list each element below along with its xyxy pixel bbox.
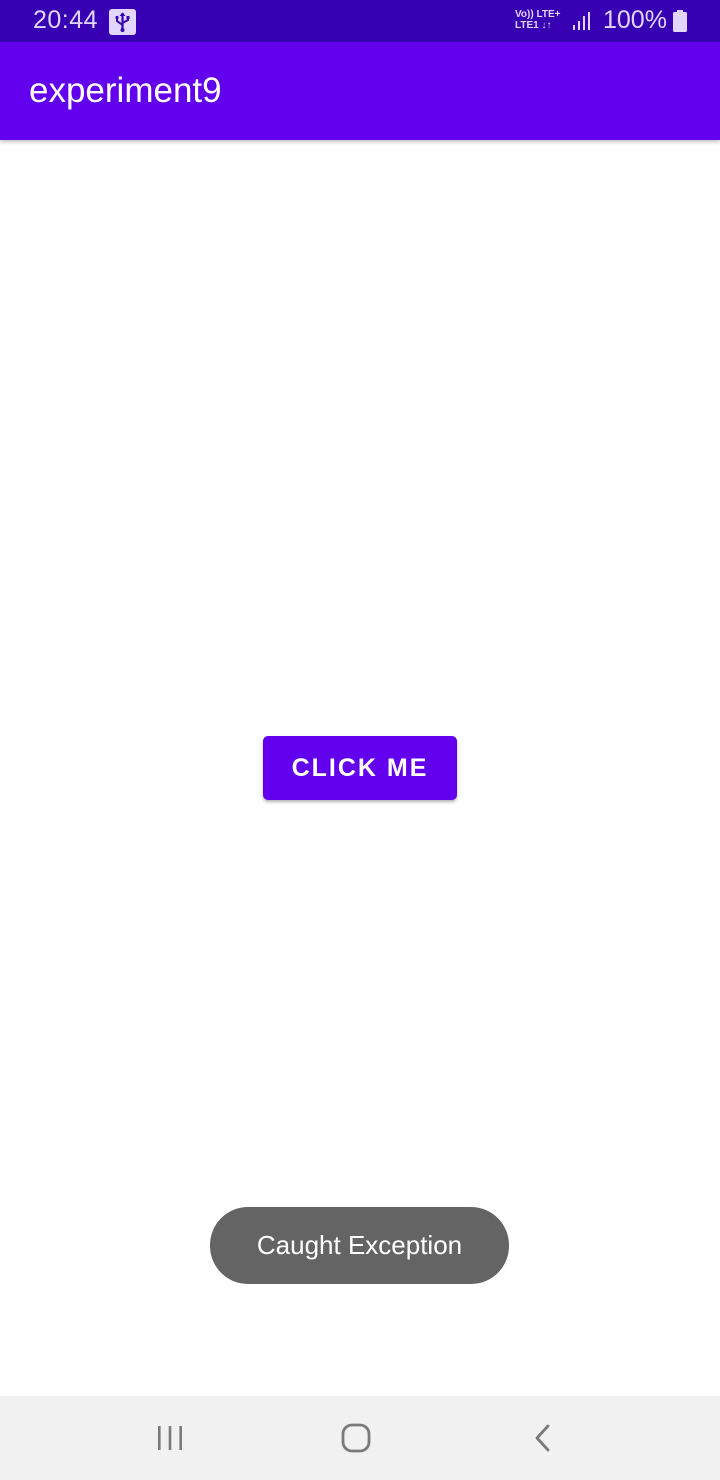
home-icon: [341, 1423, 371, 1453]
app-title: experiment9: [29, 71, 222, 110]
network-label-bottom: LTE1 ↓↑: [515, 20, 552, 31]
toast-message: Caught Exception: [210, 1207, 509, 1284]
status-bar: 20:44 Vo)) LTE+ LTE1 ↓↑ 100%: [0, 0, 720, 42]
network-label-top: Vo)) LTE+: [515, 9, 561, 20]
back-button[interactable]: [484, 1396, 604, 1480]
usb-icon: [109, 9, 136, 35]
home-button[interactable]: [296, 1396, 416, 1480]
click-me-button[interactable]: CLICK ME: [263, 736, 457, 800]
back-icon: [535, 1424, 550, 1452]
network-indicator: Vo)) LTE+ LTE1 ↓↑: [515, 9, 560, 31]
signal-icon: [573, 12, 590, 30]
screen: 20:44 Vo)) LTE+ LTE1 ↓↑ 100% experiment9…: [0, 0, 720, 1480]
app-bar: experiment9: [0, 42, 720, 140]
navigation-bar: [0, 1396, 720, 1480]
status-time: 20:44: [33, 6, 99, 34]
battery-icon: [673, 10, 687, 32]
battery-percentage: 100%: [603, 6, 667, 34]
recents-button[interactable]: [110, 1396, 230, 1480]
recents-icon: [158, 1426, 182, 1450]
